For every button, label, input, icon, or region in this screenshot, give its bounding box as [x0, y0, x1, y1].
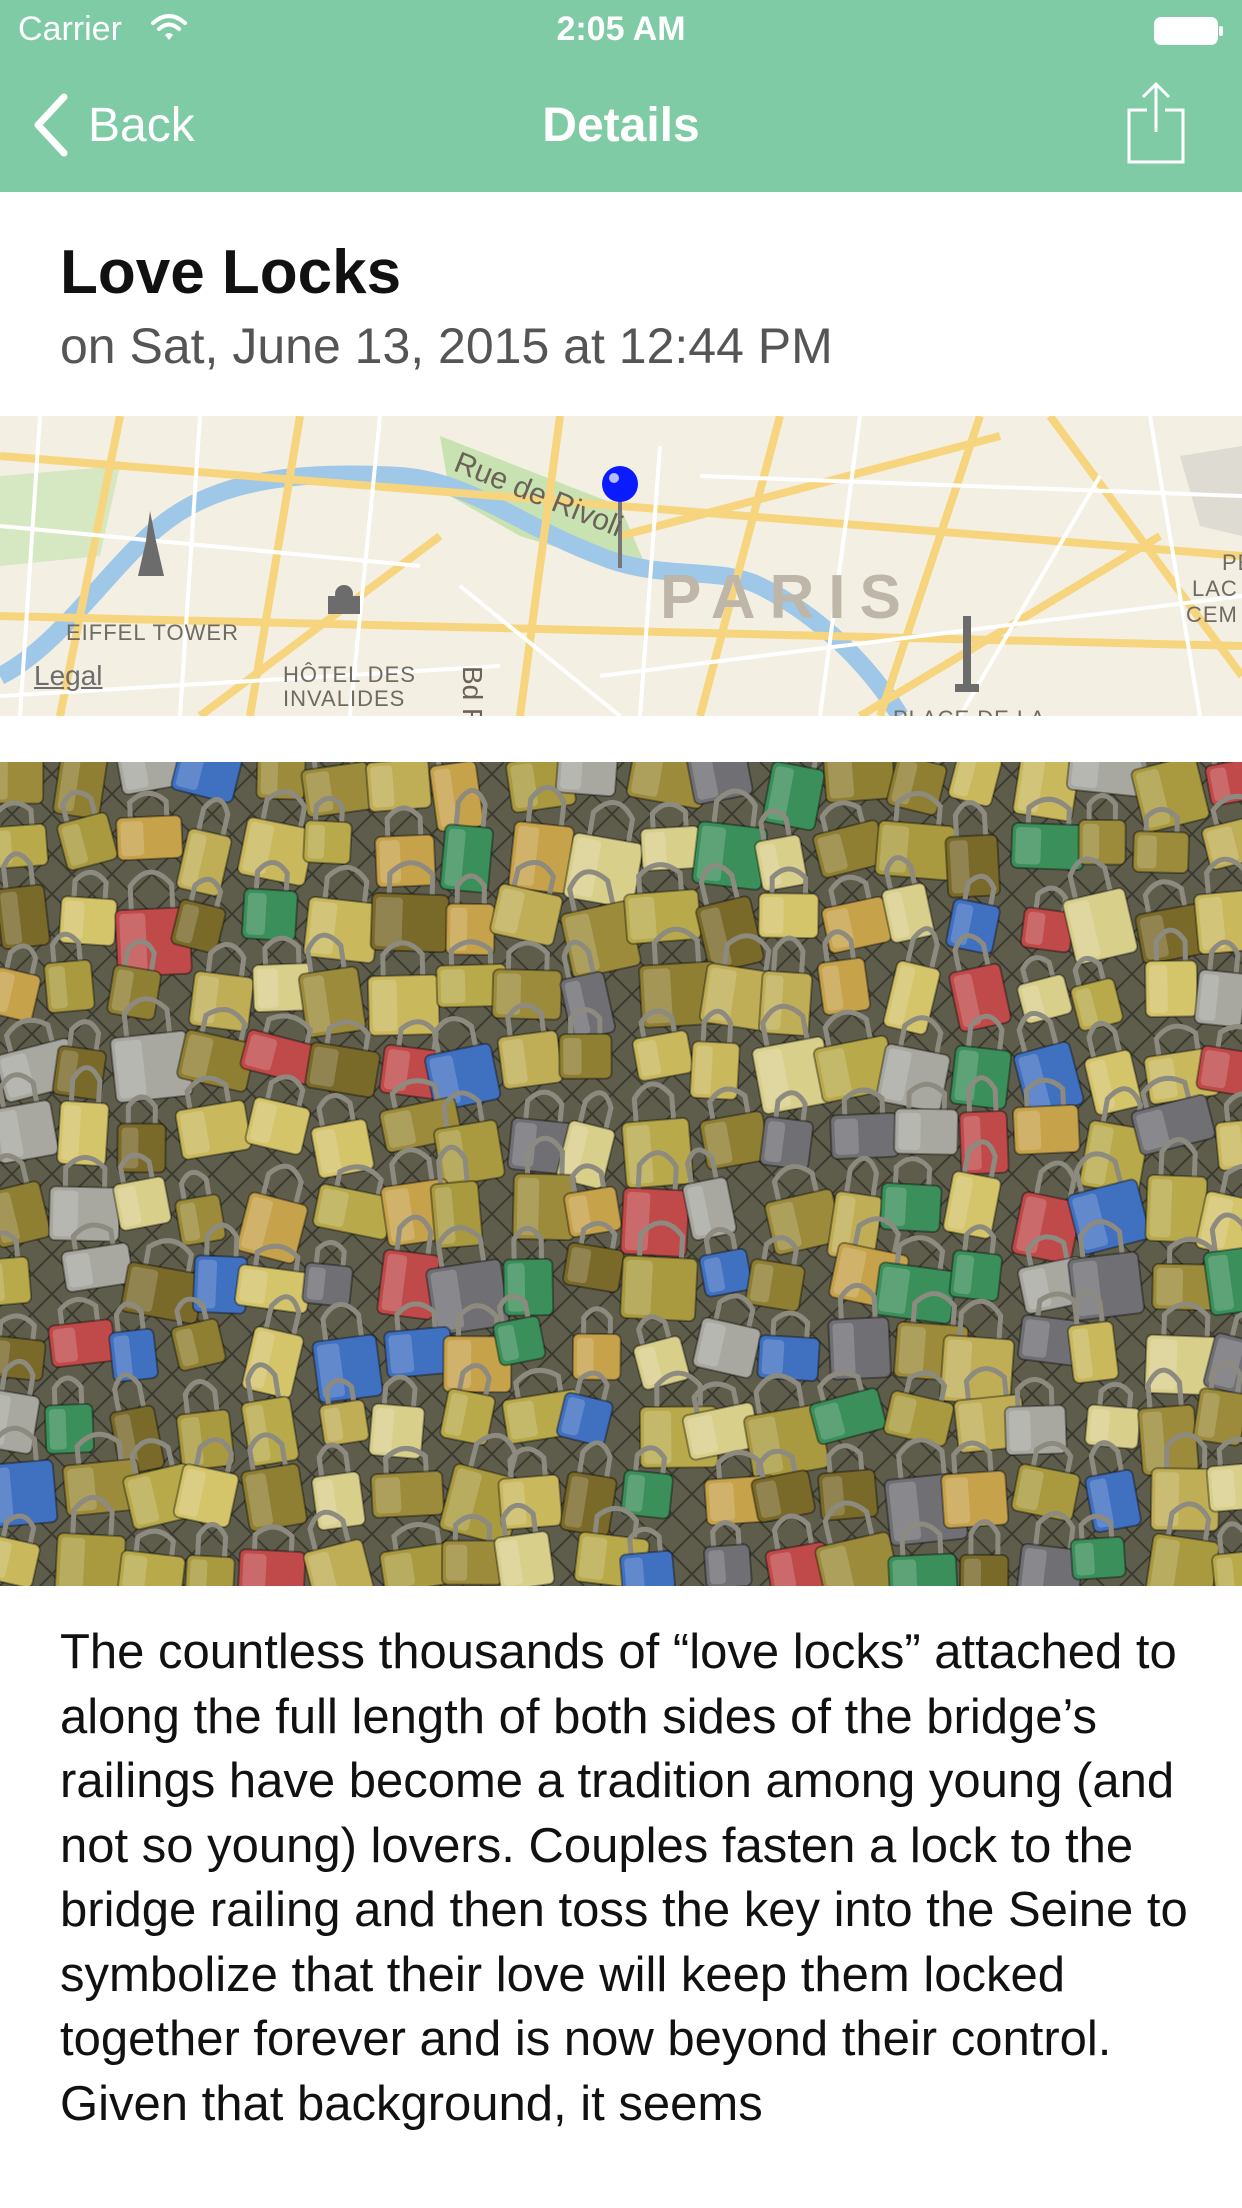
map-landmark-lachaise-1: PÈ: [1222, 550, 1242, 575]
location-map[interactable]: Rue de Rivoli Bd R PARIS EIFFEL TOWER HÔ…: [0, 416, 1242, 716]
entry-header: Love Locks on Sat, June 13, 2015 at 12:4…: [60, 232, 1180, 380]
map-landmark-eiffel: EIFFEL TOWER: [66, 620, 239, 645]
map-city-label: PARIS: [660, 563, 915, 632]
map-legal-link[interactable]: Legal: [34, 660, 103, 692]
status-time: 2:05 AM: [556, 10, 686, 48]
details-screen: Carrier 2:05 AM Back Details Love Locks …: [0, 0, 1242, 2208]
map-landmark-place: PLACE DE LA: [893, 706, 1046, 716]
status-bar: Carrier 2:05 AM: [0, 0, 1242, 60]
map-landmark-lachaise-2: LAC: [1192, 576, 1238, 601]
page-title: Details: [542, 99, 700, 152]
entry-date: on Sat, June 13, 2015 at 12:44 PM: [60, 318, 833, 374]
map-landmark-lachaise-3: CEM: [1186, 602, 1238, 627]
map-landmark-invalides-line2: INVALIDES: [283, 686, 406, 711]
battery-icon: [1154, 17, 1223, 45]
nav-bar: Back Details: [0, 60, 1242, 192]
map-landmark-invalides-line1: HÔTEL DES: [283, 662, 416, 687]
entry-title: Love Locks: [60, 238, 402, 307]
entry-body: The countless thousands of “love locks” …: [60, 1625, 1188, 2131]
padlocks-image: [0, 762, 1242, 1586]
header: Carrier 2:05 AM Back Details: [0, 0, 1242, 192]
entry-photo: [0, 762, 1242, 1586]
map-canvas: [0, 416, 1242, 716]
share-icon[interactable]: [1126, 80, 1186, 166]
map-street-label-2: Bd R: [457, 666, 488, 716]
